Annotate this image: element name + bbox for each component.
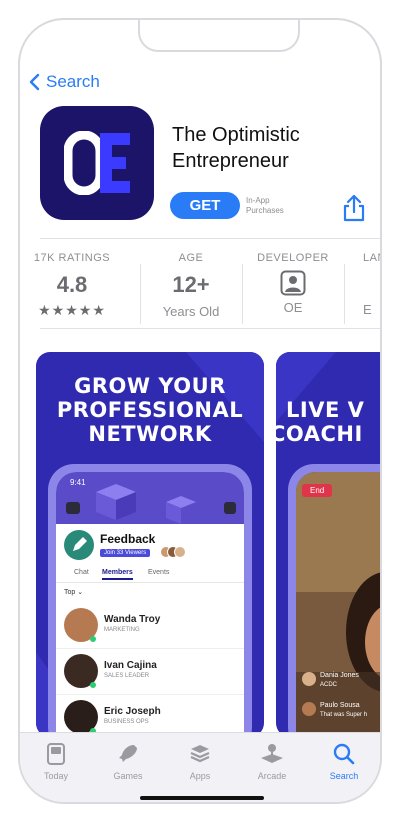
member-name: Eric Joseph bbox=[104, 706, 161, 717]
coach-video-image bbox=[296, 472, 380, 737]
mini-header-cubes bbox=[96, 484, 196, 524]
filter-label: Top bbox=[64, 589, 76, 596]
list-item[interactable]: Ivan Cajina SALES LEADER bbox=[56, 648, 244, 695]
avatar bbox=[302, 702, 316, 716]
language-label: LAN bbox=[363, 252, 380, 264]
comment-author: Dania Jones bbox=[320, 672, 359, 679]
room-tabs: Chat Members Events bbox=[56, 566, 244, 583]
developer-label: DEVELOPER bbox=[257, 252, 329, 264]
share-button[interactable] bbox=[342, 194, 366, 227]
tab-bar: Today Games Apps Arcade Search bbox=[20, 732, 380, 802]
get-button[interactable]: GET bbox=[170, 192, 240, 219]
tab-games[interactable]: Games bbox=[92, 741, 164, 781]
menu-icon[interactable] bbox=[66, 502, 80, 514]
home-indicator bbox=[140, 796, 264, 800]
member-role: MARKETING bbox=[104, 627, 140, 633]
screenshot-card-2[interactable]: LIVE V COACHI End Dania Jones ACDC Paulo… bbox=[276, 352, 380, 737]
mini-phone-mockup: End Dania Jones ACDC Paulo Sousa That wa… bbox=[288, 464, 380, 737]
comment-text: That was Super h bbox=[320, 712, 368, 718]
tab-label: Games bbox=[113, 771, 143, 781]
chevron-down-icon: ⌄ bbox=[77, 589, 84, 596]
tab-chat[interactable]: Chat bbox=[74, 569, 89, 576]
tab-today[interactable]: Today bbox=[20, 741, 92, 781]
member-name: Wanda Troy bbox=[104, 614, 161, 625]
mini-phone-mockup: 9:41 Feedback Join 33 Viewers Chat Membe… bbox=[48, 464, 252, 737]
back-label: Search bbox=[46, 72, 100, 91]
developer-person-icon bbox=[280, 270, 306, 296]
notch bbox=[138, 20, 300, 52]
app-title: The Optimistic Entrepreneur bbox=[172, 124, 300, 172]
language-stat: LAN E bbox=[345, 252, 380, 317]
apps-icon bbox=[190, 745, 210, 763]
member-name: Ivan Cajina bbox=[104, 660, 157, 671]
back-button[interactable]: Search bbox=[28, 72, 100, 92]
end-button[interactable]: End bbox=[302, 484, 333, 497]
viewer-avatars bbox=[160, 546, 186, 558]
age-label: AGE bbox=[178, 252, 204, 264]
rating-stars: ★★★★★ bbox=[38, 302, 106, 318]
tab-label: Arcade bbox=[257, 771, 287, 781]
tab-label: Search bbox=[329, 771, 359, 781]
ratings-label: 17K RATINGS bbox=[33, 252, 111, 264]
avatar bbox=[174, 546, 186, 558]
list-item[interactable]: Wanda Troy MARKETING bbox=[56, 602, 244, 649]
developer-name: OE bbox=[283, 300, 303, 315]
divider bbox=[40, 328, 380, 329]
developer-stat[interactable]: DEVELOPER OE bbox=[243, 252, 343, 315]
member-role: BUSINESS OPS bbox=[104, 719, 149, 725]
feedback-room-icon bbox=[64, 530, 94, 560]
card-headline-line2: PROFESSIONAL bbox=[56, 398, 244, 422]
in-app-purchases-label: In-App Purchases bbox=[246, 196, 284, 215]
list-item[interactable]: Eric Joseph BUSINESS OPS bbox=[56, 694, 244, 737]
ratings-value: 4.8 bbox=[56, 272, 88, 297]
chevron-left-icon bbox=[29, 73, 40, 91]
member-role: SALES LEADER bbox=[104, 673, 150, 679]
room-title: Feedback bbox=[100, 532, 156, 546]
tab-label: Apps bbox=[189, 771, 211, 781]
avatar bbox=[302, 672, 316, 686]
age-sub: Years Old bbox=[162, 304, 220, 319]
comment-author: Paulo Sousa bbox=[320, 702, 360, 709]
tab-search[interactable]: Search bbox=[308, 741, 380, 781]
arcade-icon bbox=[261, 744, 283, 763]
join-viewers-badge[interactable]: Join 33 Viewers bbox=[100, 549, 151, 557]
online-indicator bbox=[90, 682, 96, 688]
age-stat: AGE 12+ Years Old bbox=[141, 252, 241, 319]
today-icon bbox=[47, 743, 65, 765]
language-value: E bbox=[363, 302, 372, 317]
tab-label: Today bbox=[43, 771, 69, 781]
tab-arcade[interactable]: Arcade bbox=[236, 741, 308, 781]
divider bbox=[40, 238, 380, 239]
age-value: 12+ bbox=[172, 272, 210, 297]
share-icon bbox=[343, 194, 365, 222]
screenshot-card-1[interactable]: GROW YOUR PROFESSIONAL NETWORK 9:41 Feed… bbox=[36, 352, 264, 737]
app-icon-e-letter bbox=[100, 133, 130, 193]
card-headline-line1: GROW YOUR bbox=[74, 374, 226, 398]
card2-headline-line2: COACHI bbox=[276, 422, 363, 446]
comment-text: ACDC bbox=[320, 682, 338, 688]
tab-members[interactable]: Members bbox=[102, 569, 133, 580]
mini-phone-screen: 9:41 Feedback Join 33 Viewers Chat Membe… bbox=[56, 472, 244, 737]
games-icon bbox=[119, 745, 137, 762]
ratings-stat[interactable]: 17K RATINGS 4.8 ★★★★★ bbox=[22, 252, 122, 319]
tab-events[interactable]: Events bbox=[148, 569, 169, 576]
mini-header: 9:41 bbox=[56, 472, 244, 524]
app-icon bbox=[40, 106, 154, 220]
search-icon bbox=[333, 743, 355, 765]
phone-frame: Search The Optimistic Entrepreneur GET I… bbox=[18, 18, 382, 804]
card-headline-line3: NETWORK bbox=[88, 422, 212, 446]
card2-headline-line1: LIVE V bbox=[286, 398, 365, 422]
filter-dropdown[interactable]: Top ⌄ bbox=[64, 588, 83, 596]
pencil-icon bbox=[73, 537, 87, 551]
online-indicator bbox=[90, 636, 96, 642]
more-icon[interactable] bbox=[224, 502, 236, 514]
video-screen: End Dania Jones ACDC Paulo Sousa That wa… bbox=[296, 472, 380, 737]
tab-apps[interactable]: Apps bbox=[164, 741, 236, 781]
